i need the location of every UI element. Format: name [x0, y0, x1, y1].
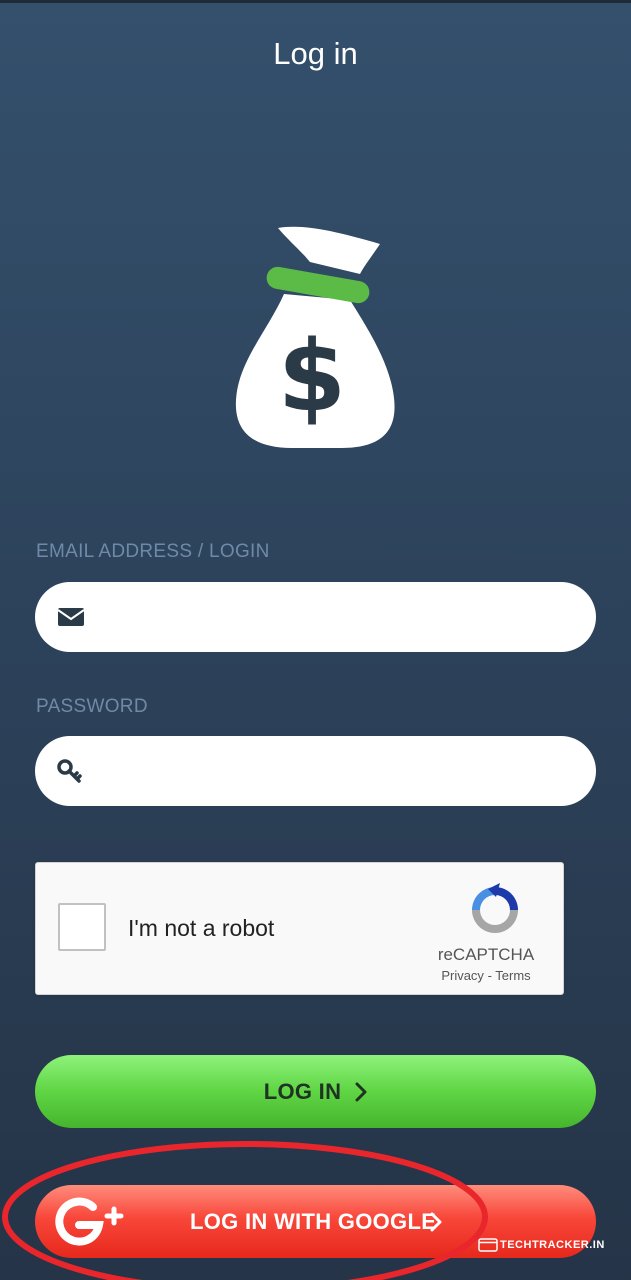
- recaptcha-links: Privacy - Terms: [416, 968, 556, 983]
- google-login-label: LOG IN WITH GOOGLE: [190, 1209, 437, 1234]
- terms-link[interactable]: Terms: [495, 968, 530, 983]
- login-button[interactable]: LOG IN: [35, 1055, 596, 1128]
- privacy-link[interactable]: Privacy: [441, 968, 484, 983]
- email-label: EMAIL ADDRESS / LOGIN: [36, 541, 270, 562]
- status-bar-edge: [0, 0, 631, 3]
- google-plus-icon: [55, 1197, 124, 1246]
- chevron-right-icon: [430, 1212, 442, 1232]
- recaptcha-label: I'm not a robot: [128, 915, 275, 941]
- key-icon: [57, 759, 82, 783]
- chevron-right-icon: [355, 1082, 367, 1101]
- envelope-icon: [57, 608, 85, 626]
- recaptcha-logo-icon: [472, 883, 518, 933]
- recaptcha-checkbox[interactable]: [58, 903, 106, 951]
- recaptcha-widget: I'm not a robot reCAPTCHA Privacy - Term…: [35, 862, 564, 995]
- watermark: TECHTRACKER.IN: [478, 1236, 628, 1256]
- password-label: PASSWORD: [36, 696, 148, 717]
- money-bag-icon: $: [235, 226, 395, 448]
- browser-icon: [478, 1238, 498, 1252]
- email-input[interactable]: [105, 582, 579, 654]
- link-separator: -: [487, 968, 492, 983]
- dollar-sign: $: [278, 320, 346, 434]
- recaptcha-brand: reCAPTCHA: [437, 945, 535, 964]
- password-field[interactable]: [35, 736, 596, 808]
- password-input[interactable]: [105, 736, 579, 808]
- login-button-label: LOG IN: [263, 1078, 342, 1104]
- watermark-text: TECHTRACKER.IN: [500, 1239, 605, 1251]
- email-field[interactable]: [35, 582, 596, 654]
- page-title: Log in: [273, 36, 358, 71]
